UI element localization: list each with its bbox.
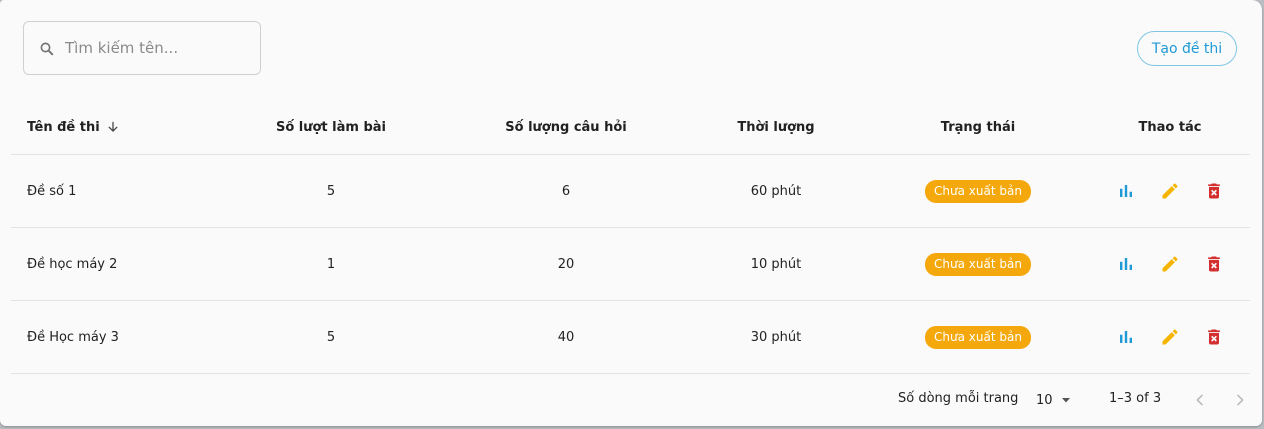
edit-button[interactable]: [1158, 179, 1182, 203]
pagination-range: 1–3 of 3: [1109, 391, 1162, 406]
pagination-bar: Số dòng mỗi trang 10 1–3 of 3: [0, 374, 1262, 426]
table-row: Đề học máy 2 1 20 10 phút Chưa xuất bản: [11, 228, 1250, 301]
delete-button[interactable]: [1202, 325, 1226, 349]
status-cell: Chưa xuất bản: [898, 301, 1058, 373]
pencil-icon: [1162, 183, 1178, 199]
column-header-questions: Số lượng câu hỏi: [505, 119, 627, 135]
create-exam-button[interactable]: Tạo đề thi: [1137, 31, 1237, 66]
column-header-actions: Thao tác: [1138, 119, 1202, 135]
column-header-duration: Thời lượng: [737, 119, 815, 135]
status-cell: Chưa xuất bản: [898, 228, 1058, 300]
exam-questions: 40: [557, 329, 575, 345]
bar-chart-icon: [1120, 258, 1132, 270]
arrow-down-icon[interactable]: [106, 120, 120, 134]
chevron-right-icon: [1237, 394, 1244, 406]
pencil-icon: [1162, 329, 1178, 345]
exam-duration: 30 phút: [750, 329, 802, 345]
exam-name: Đề Học máy 3: [27, 329, 119, 345]
trash-icon: [1208, 183, 1220, 199]
column-header-status: Trạng thái: [940, 119, 1016, 135]
exam-name: Đề số 1: [27, 183, 77, 199]
stats-button[interactable]: [1114, 252, 1138, 276]
previous-page-button[interactable]: [1188, 388, 1212, 412]
edit-button[interactable]: [1158, 325, 1182, 349]
search-input[interactable]: [65, 36, 250, 60]
exam-questions: 6: [561, 183, 571, 199]
status-cell: Chưa xuất bản: [898, 155, 1058, 227]
next-page-button[interactable]: [1228, 388, 1252, 412]
column-header-attempts: Số lượt làm bài: [275, 119, 387, 135]
exam-list-card: Tạo đề thi Tên đề thi Số lượt làm bài Số…: [0, 0, 1262, 426]
bar-chart-icon: [1120, 185, 1132, 197]
status-badge: Chưa xuất bản: [925, 179, 1031, 203]
delete-button[interactable]: [1202, 179, 1226, 203]
stats-button[interactable]: [1114, 179, 1138, 203]
trash-icon: [1208, 329, 1220, 345]
stats-button[interactable]: [1114, 325, 1138, 349]
status-badge: Chưa xuất bản: [925, 325, 1031, 349]
rows-per-page-label: Số dòng mỗi trang: [898, 391, 1019, 406]
delete-button[interactable]: [1202, 252, 1226, 276]
edit-button[interactable]: [1158, 252, 1182, 276]
status-badge: Chưa xuất bản: [925, 252, 1031, 276]
chevron-left-icon: [1196, 394, 1203, 406]
exam-name: Đề học máy 2: [27, 256, 118, 272]
exam-duration: 60 phút: [750, 183, 802, 199]
exam-questions: 20: [557, 256, 575, 272]
bar-chart-icon: [1120, 331, 1132, 343]
trash-icon: [1208, 256, 1220, 272]
table-row: Đề số 1 5 6 60 phút Chưa xuất bản: [11, 155, 1250, 228]
caret-down-icon: [1061, 398, 1070, 403]
exam-duration: 10 phút: [750, 256, 802, 272]
search-icon: [40, 42, 54, 56]
exam-attempts: 1: [326, 256, 336, 272]
exam-attempts: 5: [326, 183, 336, 199]
exam-attempts: 5: [326, 329, 336, 345]
search-box[interactable]: [23, 21, 261, 75]
table-header: Tên đề thi Số lượt làm bài Số lượng câu …: [11, 100, 1250, 155]
rows-per-page-select[interactable]: 10: [1036, 388, 1071, 412]
column-header-name-label: Tên đề thi: [27, 119, 100, 135]
column-header-name[interactable]: Tên đề thi: [27, 100, 207, 154]
table-row: Đề Học máy 3 5 40 30 phút Chưa xuất bản: [11, 301, 1250, 374]
rows-per-page-value: 10: [1036, 392, 1053, 408]
pencil-icon: [1162, 256, 1178, 272]
